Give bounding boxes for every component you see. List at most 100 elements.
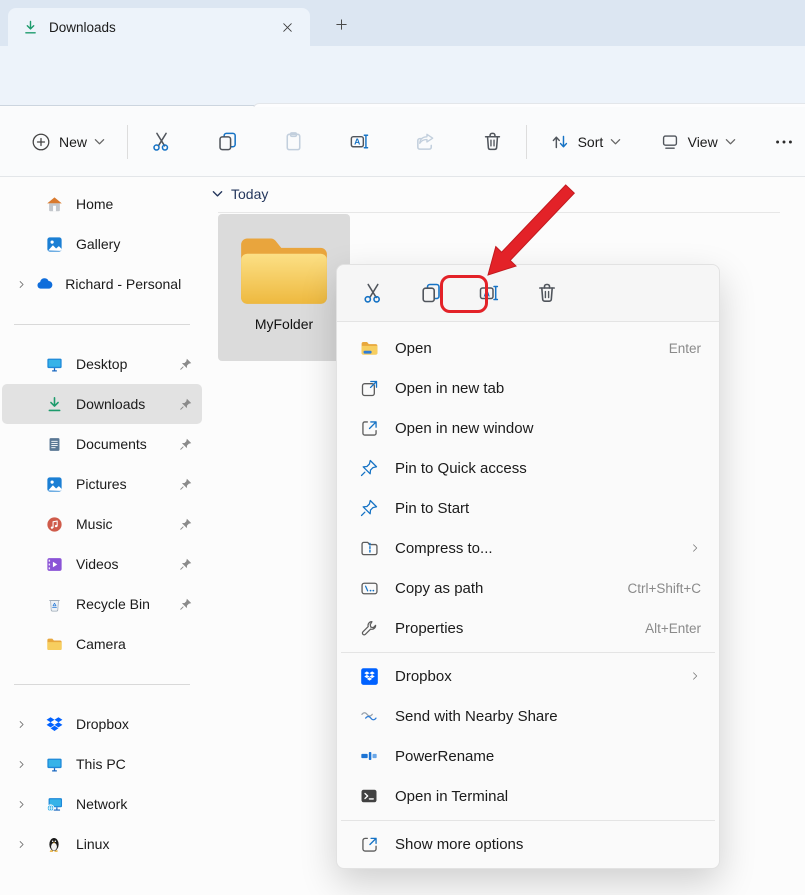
tab-close-button[interactable] <box>274 14 300 40</box>
menu-item-copy-as-path[interactable]: Copy as path Ctrl+Shift+C <box>341 568 715 608</box>
sidebar-item-desktop[interactable]: Desktop <box>2 344 202 384</box>
open-folder-icon <box>357 338 381 359</box>
sidebar-item-dropbox[interactable]: Dropbox <box>2 704 202 744</box>
compress-icon <box>357 538 381 559</box>
powerrename-icon <box>357 746 381 766</box>
chevron-down-icon <box>725 138 736 146</box>
sidebar-item-onedrive[interactable]: Richard - Personal <box>2 264 202 304</box>
gallery-icon <box>42 235 66 254</box>
share-icon <box>414 130 437 153</box>
sidebar-item-network[interactable]: Network <box>2 784 202 824</box>
chevron-down-icon <box>94 138 105 146</box>
navigation-pane: Home Gallery Richard - Personal <box>0 177 204 895</box>
chevron-right-icon[interactable] <box>16 279 35 290</box>
sidebar-item-pictures[interactable]: Pictures <box>2 464 202 504</box>
copy-icon <box>216 130 239 153</box>
pin-icon <box>357 458 381 478</box>
sidebar-item-music[interactable]: Music <box>2 504 202 544</box>
sidebar-item-documents[interactable]: Documents <box>2 424 202 464</box>
downloads-icon <box>42 395 66 414</box>
context-menu: A Open Enter Open in new ta <box>336 264 720 869</box>
show-more-options-icon <box>357 834 381 855</box>
more-options-button[interactable] <box>763 123 805 161</box>
view-button-label: View <box>688 134 718 150</box>
cut-button[interactable] <box>140 122 183 161</box>
menu-item-compress-to[interactable]: Compress to... <box>341 528 715 568</box>
sidebar-item-downloads[interactable]: Downloads <box>2 384 202 424</box>
menu-item-pin-to-quick-access[interactable]: Pin to Quick access <box>341 448 715 488</box>
dropbox-icon <box>42 715 66 734</box>
pin-icon <box>176 597 196 611</box>
navigation-bar: Downloads <box>0 46 805 106</box>
group-header-today[interactable]: Today <box>212 186 268 202</box>
open-new-tab-icon <box>357 378 381 399</box>
folder-item-myfolder[interactable]: MyFolder <box>218 214 350 361</box>
annotation-arrow <box>478 183 582 279</box>
desktop-icon <box>42 355 66 374</box>
new-button[interactable]: New <box>20 123 115 161</box>
menu-item-open-in-new-tab[interactable]: Open in new tab <box>341 368 715 408</box>
sidebar-item-camera[interactable]: Camera <box>2 624 202 664</box>
view-button[interactable]: View <box>649 123 746 161</box>
this-pc-icon <box>42 755 66 774</box>
chevron-right-icon[interactable] <box>16 719 42 730</box>
annotation-highlight-rename <box>440 275 488 313</box>
terminal-icon <box>357 786 381 806</box>
paste-button[interactable] <box>272 122 315 161</box>
sidebar-item-linux[interactable]: Linux <box>2 824 202 864</box>
nearby-share-icon <box>357 706 381 726</box>
menu-shortcut: Enter <box>669 341 701 356</box>
pin-icon <box>176 397 196 411</box>
documents-icon <box>42 436 66 453</box>
linux-tux-icon <box>42 835 66 853</box>
delete-button[interactable] <box>525 273 569 313</box>
open-new-window-icon <box>357 418 381 439</box>
wrench-icon <box>357 618 381 639</box>
sidebar-item-gallery[interactable]: Gallery <box>2 224 202 264</box>
menu-item-open[interactable]: Open Enter <box>341 328 715 368</box>
file-explorer-window: Downloads Downloads <box>0 0 805 895</box>
sort-icon <box>549 131 571 153</box>
cut-button[interactable] <box>351 273 395 313</box>
menu-item-open-in-new-window[interactable]: Open in new window <box>341 408 715 448</box>
rename-button[interactable]: A <box>338 122 381 161</box>
group-label: Today <box>231 186 268 202</box>
folder-name: MyFolder <box>255 316 313 332</box>
chevron-down-icon[interactable] <box>212 190 223 198</box>
menu-item-powerrename[interactable]: PowerRename <box>341 736 715 776</box>
chevron-right-icon[interactable] <box>16 839 42 850</box>
sidebar-item-home[interactable]: Home <box>2 184 202 224</box>
chevron-right-icon[interactable] <box>16 799 42 810</box>
delete-icon <box>535 281 559 305</box>
sidebar-item-videos[interactable]: Videos <box>2 544 202 584</box>
share-button[interactable] <box>404 122 447 161</box>
copy-as-path-icon <box>357 578 381 599</box>
pin-icon <box>357 498 381 518</box>
pictures-icon <box>42 475 66 494</box>
copy-button[interactable] <box>206 122 249 161</box>
menu-item-send-with-nearby-share[interactable]: Send with Nearby Share <box>341 696 715 736</box>
pin-icon <box>176 517 196 531</box>
new-tab-button[interactable] <box>326 10 356 38</box>
menu-item-open-in-terminal[interactable]: Open in Terminal <box>341 776 715 816</box>
paste-icon <box>282 130 305 153</box>
toolbar-separator <box>127 125 128 159</box>
view-icon <box>659 131 681 153</box>
menu-item-dropbox[interactable]: Dropbox <box>341 656 715 696</box>
tab-downloads[interactable]: Downloads <box>8 8 310 46</box>
menu-item-properties[interactable]: Properties Alt+Enter <box>341 608 715 648</box>
sidebar-item-this-pc[interactable]: This PC <box>2 744 202 784</box>
sort-button[interactable]: Sort <box>539 123 632 161</box>
menu-item-pin-to-start[interactable]: Pin to Start <box>341 488 715 528</box>
menu-divider <box>337 816 719 824</box>
ellipsis-icon <box>773 131 795 153</box>
downloads-icon <box>22 19 39 36</box>
tab-strip: Downloads <box>0 0 805 46</box>
submenu-chevron-icon <box>689 670 701 682</box>
delete-button[interactable] <box>471 122 514 161</box>
home-icon <box>42 195 66 214</box>
menu-divider <box>337 648 719 656</box>
sidebar-item-recycle-bin[interactable]: Recycle Bin <box>2 584 202 624</box>
menu-item-show-more-options[interactable]: Show more options <box>341 824 715 864</box>
chevron-right-icon[interactable] <box>16 759 42 770</box>
